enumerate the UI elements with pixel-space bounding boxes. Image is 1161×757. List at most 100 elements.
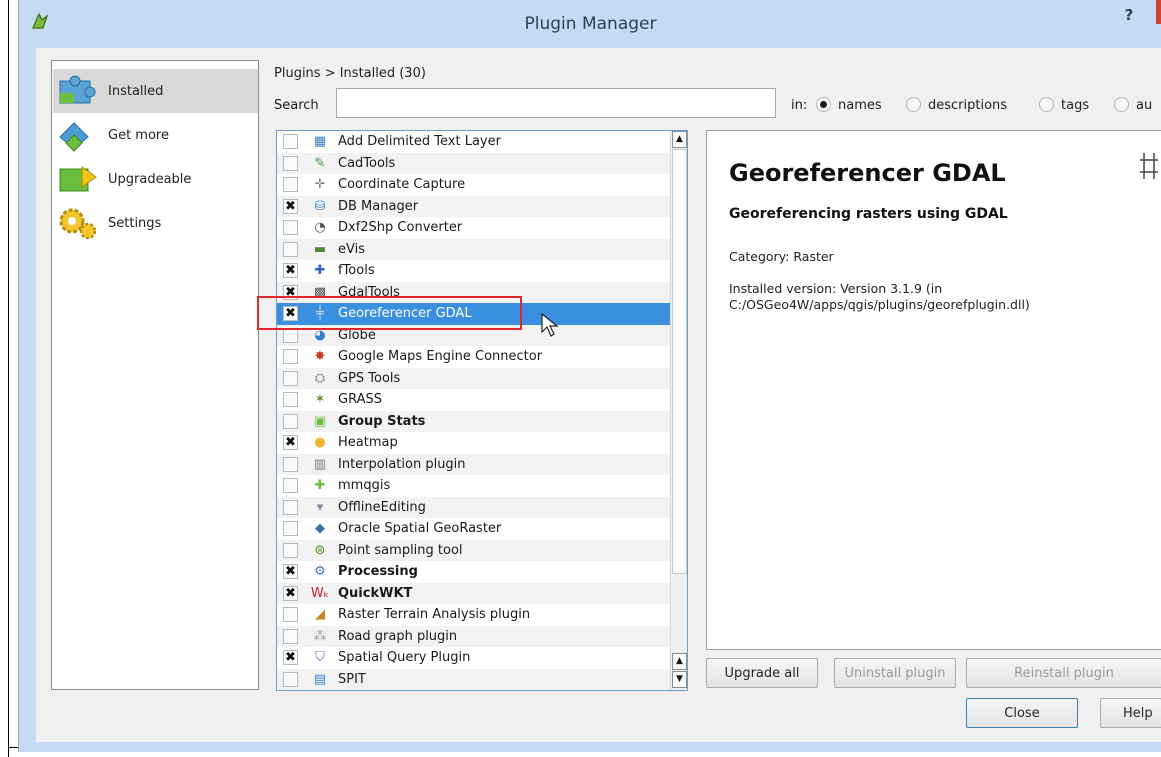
- scroll-down-button[interactable]: ▼: [672, 671, 687, 688]
- plugin-name: Heatmap: [338, 435, 398, 451]
- radio-descriptions-label: descriptions: [928, 98, 1008, 113]
- plugin-enable-checkbox[interactable]: [283, 134, 298, 150]
- plugin-enable-checkbox[interactable]: [283, 370, 298, 386]
- scroll-up-button-lower[interactable]: ▲: [672, 653, 687, 670]
- plugin-list-scrollbar[interactable]: ▲ ▲ ▼: [670, 131, 687, 690]
- plugin-list[interactable]: ▦ Add Delimited Text Layer ✎ CadTools ✛ Coord…: [276, 130, 688, 691]
- plugin-row[interactable]: ✛ Coordinate Capture: [277, 174, 670, 196]
- title-bar: Plugin Manager ?: [19, 0, 1161, 48]
- plugin-name: Spatial Query Plugin: [338, 650, 471, 666]
- plugin-row[interactable]: ✎ CadTools: [277, 152, 670, 174]
- gps-icon: ⛭: [314, 370, 326, 386]
- plugin-enable-checkbox[interactable]: ✖: [283, 198, 298, 214]
- plugin-enable-checkbox[interactable]: [283, 327, 298, 343]
- plugin-row[interactable]: ◔ Dxf2Shp Converter: [277, 217, 670, 239]
- frame-border-left: [8, 0, 9, 757]
- plugin-enable-checkbox[interactable]: ✖: [283, 585, 298, 601]
- plugin-enable-checkbox[interactable]: [283, 478, 298, 494]
- plugin-detail-subtitle: Georeferencing rasters using GDAL: [729, 206, 1008, 222]
- plugin-row[interactable]: ✸ Google Maps Engine Connector: [277, 346, 670, 368]
- plugin-row[interactable]: ⁂ Road graph plugin: [277, 625, 670, 647]
- plugin-name: fTools: [338, 263, 375, 279]
- plugin-name: Oracle Spatial GeoRaster: [338, 521, 502, 537]
- plugin-row[interactable]: ▥ Interpolation plugin: [277, 453, 670, 475]
- plugin-enable-checkbox[interactable]: [283, 542, 298, 558]
- plugin-row[interactable]: ▣ Group Stats: [277, 410, 670, 432]
- plugin-row[interactable]: ▤ SPIT: [277, 668, 670, 690]
- plugin-row[interactable]: ✖ ⛁ DB Manager: [277, 195, 670, 217]
- google-maps-icon: ✸: [314, 349, 326, 365]
- plugin-row[interactable]: ✖ ✚ fTools: [277, 260, 670, 282]
- close-button[interactable]: Close: [966, 698, 1078, 728]
- help-dialog-button[interactable]: Help: [1100, 698, 1161, 728]
- plugin-row[interactable]: ▾ OfflineEditing: [277, 496, 670, 518]
- plugin-row[interactable]: ▬ eVis: [277, 238, 670, 260]
- plugin-row[interactable]: ◆ Oracle Spatial GeoRaster: [277, 518, 670, 540]
- plugin-row[interactable]: ✖ ● Heatmap: [277, 432, 670, 454]
- plugin-row[interactable]: ✚ mmqgis: [277, 475, 670, 497]
- plugin-enable-checkbox[interactable]: [283, 413, 298, 429]
- category-sidebar: Installed Get more Upgradeable Settings: [51, 60, 259, 690]
- plugin-enable-checkbox[interactable]: ✖: [283, 263, 298, 279]
- plugin-row[interactable]: ✶ GRASS: [277, 389, 670, 411]
- quickwkt-icon: Wₖ: [310, 585, 330, 601]
- plugin-row[interactable]: ▦ Add Delimited Text Layer: [277, 131, 670, 153]
- plugin-name: Road graph plugin: [338, 628, 458, 644]
- plugin-enable-checkbox[interactable]: [283, 241, 298, 257]
- plugin-enable-checkbox[interactable]: ✖: [283, 435, 298, 451]
- point-sampling-icon: ⊜: [314, 542, 326, 558]
- plugin-enable-checkbox[interactable]: [283, 349, 298, 365]
- plugin-enable-checkbox[interactable]: [283, 392, 298, 408]
- plugin-enable-checkbox[interactable]: [283, 220, 298, 236]
- sidebar-item-upgradeable[interactable]: Upgradeable: [53, 157, 258, 201]
- georeferencer-icon: [1140, 151, 1160, 188]
- radio-author[interactable]: [1114, 97, 1129, 112]
- plugin-enable-checkbox[interactable]: ✖: [283, 306, 298, 322]
- sidebar-item-label: Upgradeable: [108, 171, 192, 187]
- plugin-row[interactable]: ✖ Wₖ QuickWKT: [277, 582, 670, 604]
- plugin-enable-checkbox[interactable]: [283, 499, 298, 515]
- interpolation-icon: ▥: [313, 456, 327, 472]
- plugin-row[interactable]: ✖ ⛉ Spatial Query Plugin: [277, 647, 670, 669]
- scroll-thumb[interactable]: [672, 149, 687, 574]
- plugin-row[interactable]: ✖ ╪ Georeferencer GDAL: [277, 303, 670, 325]
- plugin-name: GRASS: [338, 392, 382, 408]
- puzzle-installed-icon: [56, 73, 100, 109]
- radio-names[interactable]: [816, 97, 831, 112]
- plugin-row[interactable]: ◕ Globe: [277, 324, 670, 346]
- plugin-row[interactable]: ⛭ GPS Tools: [277, 367, 670, 389]
- reinstall-plugin-button[interactable]: Reinstall plugin: [966, 658, 1161, 688]
- plugin-enable-checkbox[interactable]: [283, 521, 298, 537]
- plugin-row[interactable]: ◢ Raster Terrain Analysis plugin: [277, 604, 670, 626]
- plugin-enable-checkbox[interactable]: [283, 177, 298, 193]
- plugin-name: CadTools: [338, 155, 396, 171]
- plugin-row[interactable]: ⊜ Point sampling tool: [277, 539, 670, 561]
- plugin-detail-title: Georeferencer GDAL: [729, 159, 1006, 187]
- plugin-enable-checkbox[interactable]: [283, 607, 298, 623]
- plugin-name: SPIT: [338, 671, 366, 687]
- sidebar-item-installed[interactable]: Installed: [53, 69, 258, 113]
- radio-descriptions[interactable]: [906, 97, 921, 112]
- ftools-icon: ✚: [314, 263, 326, 279]
- plugin-enable-checkbox[interactable]: [283, 671, 298, 687]
- plugin-row[interactable]: ✖ ⚙ Processing: [277, 561, 670, 583]
- search-input[interactable]: [336, 88, 776, 118]
- plugin-enable-checkbox[interactable]: [283, 155, 298, 171]
- sidebar-item-settings[interactable]: Settings: [53, 201, 258, 245]
- plugin-enable-checkbox[interactable]: [283, 628, 298, 644]
- scroll-up-button[interactable]: ▲: [672, 131, 687, 148]
- sidebar-item-get-more[interactable]: Get more: [53, 113, 258, 157]
- sidebar-item-label: Settings: [108, 215, 162, 231]
- spatial-query-icon: ⛉: [315, 650, 325, 666]
- georeferencer-icon: ╪: [316, 306, 324, 322]
- plugin-enable-checkbox[interactable]: ✖: [283, 650, 298, 666]
- upgrade-all-button[interactable]: Upgrade all: [706, 658, 818, 688]
- help-button[interactable]: ?: [1119, 6, 1139, 26]
- close-window-button[interactable]: [1156, 0, 1161, 24]
- plugin-enable-checkbox[interactable]: ✖: [283, 564, 298, 580]
- uninstall-plugin-button[interactable]: Uninstall plugin: [834, 658, 956, 688]
- radio-tags[interactable]: [1039, 97, 1054, 112]
- plugin-enable-checkbox[interactable]: [283, 456, 298, 472]
- plugin-row[interactable]: ✖ ▩ GdalTools: [277, 281, 670, 303]
- plugin-enable-checkbox[interactable]: ✖: [283, 284, 298, 300]
